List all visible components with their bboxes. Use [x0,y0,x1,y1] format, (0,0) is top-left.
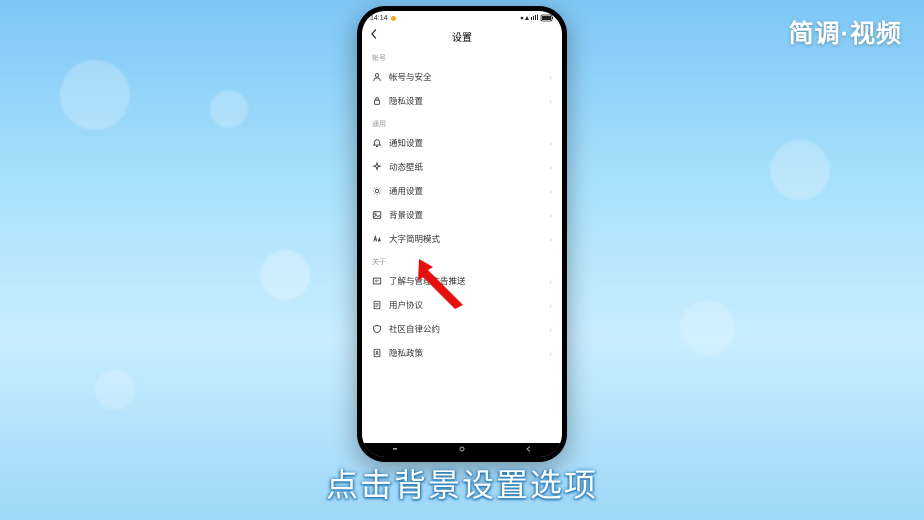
row-background-settings[interactable]: 背景设置 › [362,203,562,227]
ad-icon [372,276,382,286]
status-time: 14:14 [370,15,388,22]
chevron-right-icon: › [549,72,552,82]
page-title: 设置 [452,29,472,44]
row-notification[interactable]: 通知设置 › [362,131,562,155]
nav-back-icon[interactable] [524,445,534,455]
row-large-text-mode[interactable]: 大字简明模式 › [362,227,562,251]
chevron-right-icon: › [549,348,552,358]
gear-icon [372,186,382,196]
row-privacy-policy[interactable]: 隐私政策 › [362,341,562,365]
section-title-general: 通用 [362,113,562,131]
chevron-right-icon: › [549,162,552,172]
privacy-icon [372,348,382,358]
row-label: 隐私设置 [389,95,423,107]
chevron-right-icon: › [549,324,552,334]
row-label: 通用设置 [389,185,423,197]
row-label: 隐私政策 [389,347,423,359]
chevron-right-icon: › [549,276,552,286]
shield-icon [372,324,382,334]
watermark-text: 简调·视频 [789,14,902,50]
phone-frame: 14:14 设 [357,6,567,462]
section-title-about: 关于 [362,251,562,269]
status-bar: 14:14 [362,11,562,25]
row-ad-push[interactable]: 了解与管理广告推送 › [362,269,562,293]
lock-icon [372,96,382,106]
phone-screen: 14:14 设 [362,11,562,457]
row-label: 通知设置 [389,137,423,149]
bell-icon [372,138,382,148]
chevron-right-icon: › [549,186,552,196]
page-header: 设置 [362,25,562,47]
chevron-right-icon: › [549,300,552,310]
row-label: 了解与管理广告推送 [389,275,466,287]
row-live-wallpaper[interactable]: 动态壁纸 › [362,155,562,179]
android-nav-bar [362,443,562,457]
chevron-right-icon: › [549,96,552,106]
status-icons [520,14,554,22]
row-privacy[interactable]: 隐私设置 › [362,89,562,113]
status-dot-icon [391,16,396,21]
row-label: 大字简明模式 [389,233,440,245]
row-general-settings[interactable]: 通用设置 › [362,179,562,203]
chevron-right-icon: › [549,210,552,220]
section-title-account: 帐号 [362,47,562,65]
chevron-right-icon: › [549,138,552,148]
row-user-agreement[interactable]: 用户协议 › [362,293,562,317]
row-community-rules[interactable]: 社区自律公约 › [362,317,562,341]
row-label: 社区自律公约 [389,323,440,335]
nav-home-icon[interactable] [457,445,467,455]
document-icon [372,300,382,310]
text-size-icon [372,234,382,244]
sparkle-icon [372,162,382,172]
nav-recent-icon[interactable] [390,445,400,455]
chevron-right-icon: › [549,234,552,244]
row-account-security[interactable]: 帐号与安全 › [362,65,562,89]
row-label: 背景设置 [389,209,423,221]
back-button[interactable] [368,28,380,43]
user-icon [372,72,382,82]
video-caption: 点击背景设置选项 [0,460,924,506]
image-icon [372,210,382,220]
row-label: 帐号与安全 [389,71,432,83]
settings-list: 帐号 帐号与安全 › 隐私设置 › 通用 通知设置 [362,47,562,443]
row-label: 动态壁纸 [389,161,423,173]
row-label: 用户协议 [389,299,423,311]
